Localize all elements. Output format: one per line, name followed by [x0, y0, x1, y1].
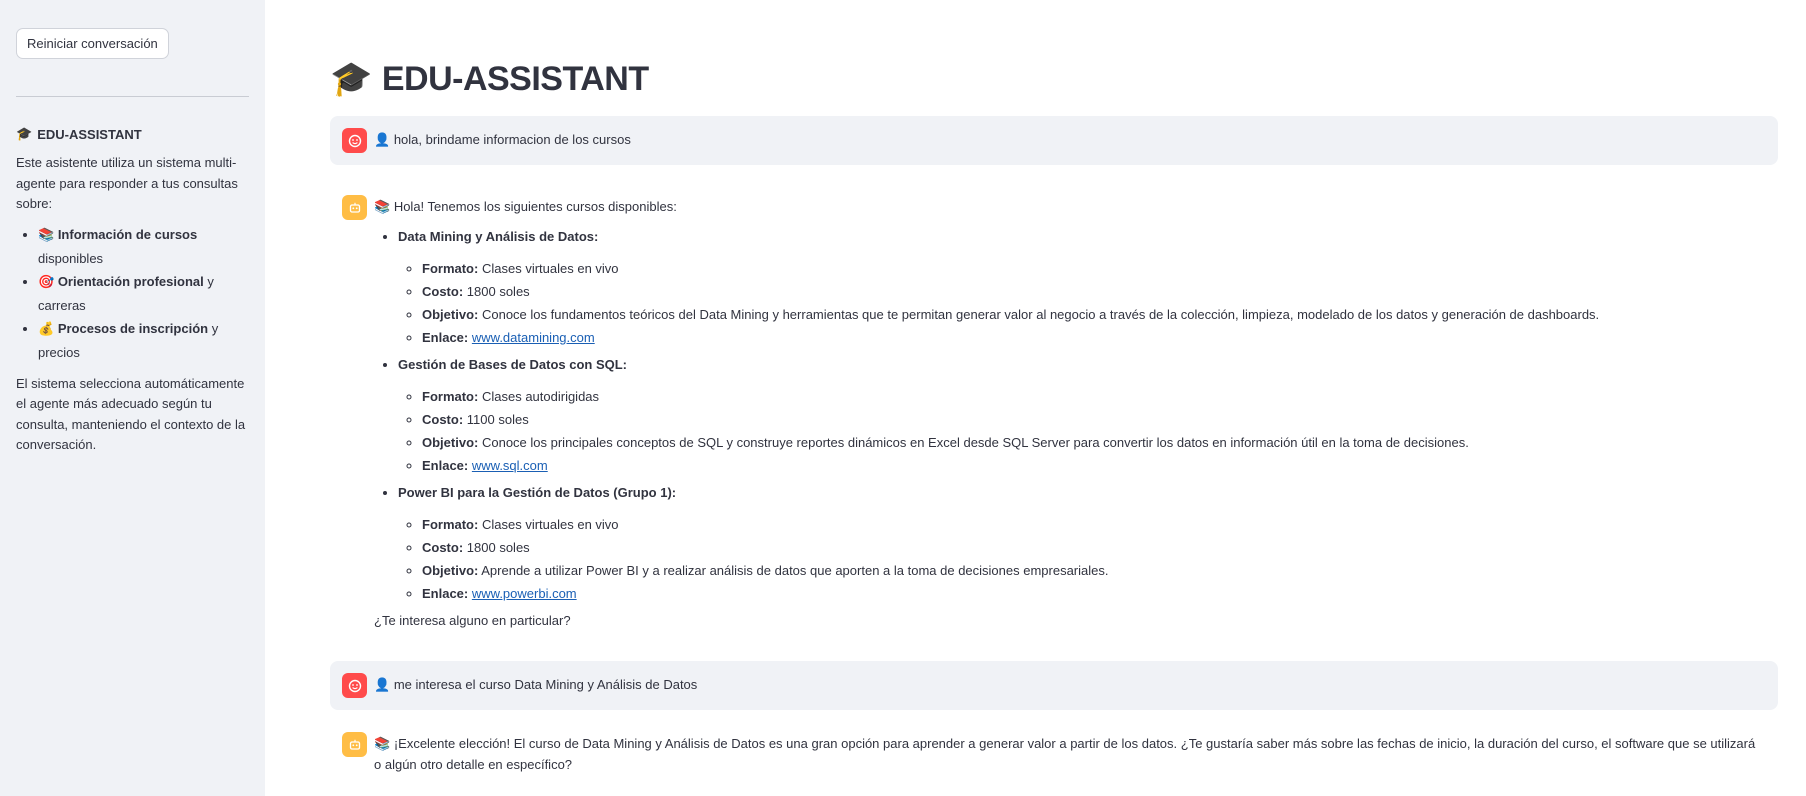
cost-value: 1800 soles [466, 540, 530, 555]
message-body: 👤 me interesa el curso Data Mining y Aná… [374, 673, 697, 696]
reset-conversation-button[interactable]: Reiniciar conversación [16, 28, 169, 59]
app-root: Reiniciar conversación 🎓 EDU-ASSISTANT E… [0, 0, 1806, 796]
chat-message-assistant: 📚 ¡Excelente elección! El curso de Data … [330, 720, 1778, 787]
user-icon: 👤 [374, 133, 391, 148]
format-value: Clases virtuales en vivo [481, 261, 619, 276]
target-icon: 🎯 [38, 274, 55, 290]
course-format: Formato: Clases virtuales en vivo [422, 257, 1599, 280]
format-label: Formato: [422, 389, 479, 404]
message-closing: ¿Te interesa alguno en particular? [374, 613, 571, 628]
user-avatar-icon [342, 673, 367, 698]
objective-label: Objetivo: [422, 307, 479, 322]
user-avatar-icon [342, 128, 367, 153]
cost-label: Costo: [422, 284, 464, 299]
course-list: Data Mining y Análisis de Datos: Formato… [374, 227, 1599, 605]
course-objective: Objetivo: Conoce los principales concept… [422, 431, 1599, 454]
message-body: 👤 hola, brindame informacion de los curs… [374, 128, 631, 151]
format-label: Formato: [422, 517, 479, 532]
sidebar-title: 🎓 EDU-ASSISTANT [16, 127, 249, 142]
chat-message-user: 👤 me interesa el curso Data Mining y Aná… [330, 661, 1778, 710]
chat-message-user: 👤 hola, brindame informacion de los curs… [330, 116, 1778, 165]
bot-avatar-icon [342, 732, 367, 757]
course-cost: Costo: 1100 soles [422, 408, 1599, 431]
message-text: ¡Excelente elección! El curso de Data Mi… [374, 736, 1756, 772]
objective-label: Objetivo: [422, 563, 479, 578]
cost-value: 1800 soles [466, 284, 530, 299]
sidebar-feature-career: 🎯 Orientación profesional y carreras [38, 270, 249, 317]
course-format: Formato: Clases autodirigidas [422, 385, 1599, 408]
sidebar-divider [16, 96, 249, 97]
course-item: Gestión de Bases de Datos con SQL: Forma… [398, 355, 1599, 477]
sidebar-footer: El sistema selecciona automáticamente el… [16, 375, 246, 453]
course-link: Enlace: www.powerbi.com [422, 582, 1599, 605]
sidebar-feature-list: 📚 Información de cursos disponibles 🎯 Or… [16, 223, 249, 364]
message-body: 📚 Hola! Tenemos los siguientes cursos di… [374, 195, 1599, 631]
sidebar-feature-courses: 📚 Información de cursos disponibles [38, 223, 249, 270]
message-text: hola, brindame informacion de los cursos [393, 132, 631, 147]
course-details: Formato: Clases virtuales en vivo Costo:… [398, 257, 1599, 349]
course-name: Data Mining y Análisis de Datos: [398, 229, 599, 244]
course-link-powerbi[interactable]: www.powerbi.com [472, 586, 577, 601]
sidebar-title-text: EDU-ASSISTANT [37, 127, 142, 142]
books-icon: 📚 [374, 737, 391, 752]
books-icon: 📚 [374, 200, 391, 215]
course-objective: Objetivo: Conoce los fundamentos teórico… [422, 303, 1599, 326]
course-name: Gestión de Bases de Datos con SQL: [398, 357, 627, 372]
feature-rest: disponibles [38, 250, 104, 266]
objective-value: Conoce los fundamentos teóricos del Data… [481, 307, 1600, 322]
link-label: Enlace: [422, 330, 469, 345]
objective-value: Aprende a utilizar Power BI y a realizar… [481, 563, 1109, 578]
money-bag-icon: 💰 [38, 321, 55, 337]
course-item: Data Mining y Análisis de Datos: Formato… [398, 227, 1599, 349]
course-objective: Objetivo: Aprende a utilizar Power BI y … [422, 559, 1599, 582]
course-link-sql[interactable]: www.sql.com [472, 458, 548, 473]
message-intro: 📚 Hola! Tenemos los siguientes cursos di… [374, 197, 1599, 218]
bot-avatar-icon [342, 195, 367, 220]
feature-bold: Procesos de inscripción [57, 320, 209, 336]
course-link: Enlace: www.sql.com [422, 454, 1599, 477]
course-details: Formato: Clases autodirigidas Costo: 110… [398, 385, 1599, 477]
chat-message-assistant: 📚 Hola! Tenemos los siguientes cursos di… [330, 183, 1778, 643]
page-title: 🎓 EDU-ASSISTANT [330, 58, 1806, 100]
format-label: Formato: [422, 261, 479, 276]
books-icon: 📚 [38, 227, 55, 243]
cost-value: 1100 soles [466, 412, 529, 427]
feature-bold: Información de cursos [57, 226, 198, 242]
course-name: Power BI para la Gestión de Datos (Grupo… [398, 485, 677, 500]
course-link: Enlace: www.datamining.com [422, 326, 1599, 349]
feature-bold: Orientación profesional [57, 273, 204, 289]
page-title-text: EDU-ASSISTANT [381, 59, 649, 98]
course-link-datamining[interactable]: www.datamining.com [472, 330, 595, 345]
sidebar: Reiniciar conversación 🎓 EDU-ASSISTANT E… [0, 0, 265, 796]
format-value: Clases autodirigidas [481, 389, 600, 404]
graduation-cap-icon: 🎓 [16, 127, 33, 142]
sidebar-intro: Este asistente utiliza un sistema multi-… [16, 155, 238, 211]
course-cost: Costo: 1800 soles [422, 280, 1599, 303]
format-value: Clases virtuales en vivo [481, 517, 619, 532]
cost-label: Costo: [422, 412, 464, 427]
course-details: Formato: Clases virtuales en vivo Costo:… [398, 513, 1599, 605]
cost-label: Costo: [422, 540, 464, 555]
objective-label: Objetivo: [422, 435, 479, 450]
objective-value: Conoce los principales conceptos de SQL … [481, 435, 1469, 450]
user-icon: 👤 [374, 678, 391, 693]
course-cost: Costo: 1800 soles [422, 536, 1599, 559]
sidebar-feature-enrollment: 💰 Procesos de inscripción y precios [38, 317, 249, 364]
message-body: 📚 ¡Excelente elección! El curso de Data … [374, 732, 1766, 775]
message-text: me interesa el curso Data Mining y Análi… [393, 677, 698, 692]
course-item: Power BI para la Gestión de Datos (Grupo… [398, 483, 1599, 605]
main-content: 🎓 EDU-ASSISTANT 👤 hola, brindame informa… [265, 0, 1806, 796]
message-text: Hola! Tenemos los siguientes cursos disp… [393, 199, 677, 214]
link-label: Enlace: [422, 458, 469, 473]
graduation-cap-icon: 🎓 [330, 59, 372, 99]
link-label: Enlace: [422, 586, 469, 601]
course-format: Formato: Clases virtuales en vivo [422, 513, 1599, 536]
